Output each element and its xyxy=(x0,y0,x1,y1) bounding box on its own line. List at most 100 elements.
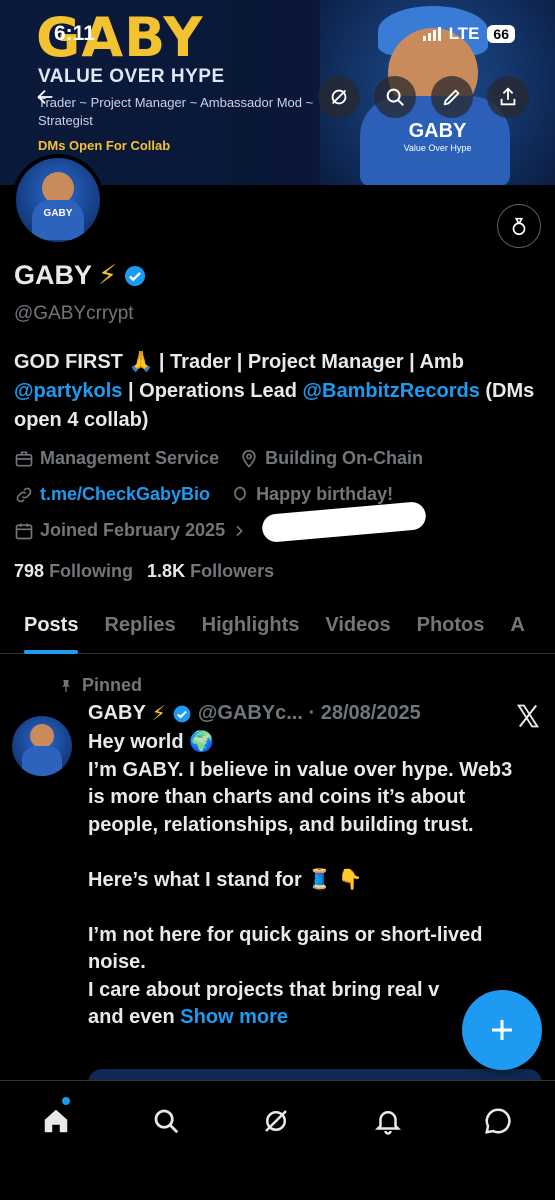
pin-icon xyxy=(62,679,70,692)
grok-icon xyxy=(265,1110,287,1132)
banner-art-text: GABY xyxy=(408,120,467,142)
profile-location: Building On-Chain xyxy=(265,448,424,468)
location-pin-icon xyxy=(242,449,256,468)
post-line-prefix: and even xyxy=(88,1006,181,1028)
name-emoji: ⚡ xyxy=(98,260,117,290)
calendar-icon xyxy=(15,523,33,539)
bio-text-1: GOD FIRST 🙏 | Trader | Project Manager |… xyxy=(14,351,464,373)
tab-replies[interactable]: Replies xyxy=(104,608,175,653)
bio-mention-partykols[interactable]: @partykols xyxy=(14,380,122,402)
back-arrow-icon xyxy=(37,89,53,105)
notifications-icon xyxy=(374,1111,402,1135)
profile-joined: Joined February 2025 xyxy=(40,520,226,540)
post-avatar-head xyxy=(30,724,54,748)
chevron-right-icon[interactable] xyxy=(231,523,247,539)
grok-icon xyxy=(331,89,347,105)
post-line: Hey world 🌍 xyxy=(88,731,215,753)
followers-label: Followers xyxy=(190,561,275,581)
briefcase-icon xyxy=(15,451,33,466)
banner-dms-text: DMs Open For Collab xyxy=(38,138,171,153)
following-label: Following xyxy=(49,561,134,581)
following-link[interactable]: 798 Following xyxy=(14,561,133,582)
share-button[interactable] xyxy=(487,76,529,118)
post-line xyxy=(88,839,528,867)
edit-icon xyxy=(443,89,460,106)
tab-videos[interactable]: Videos xyxy=(325,608,390,653)
banner-art-subtext: Value Over Hype xyxy=(403,143,472,153)
balloon-icon xyxy=(234,486,246,502)
following-count: 798 xyxy=(14,561,45,581)
bio-text-2: | Operations Lead xyxy=(122,380,303,402)
network-label: LTE xyxy=(448,24,480,43)
tab-highlights[interactable]: Highlights xyxy=(202,608,300,653)
bio-mention-bambitzrecords[interactable]: @BambitzRecords xyxy=(303,380,480,402)
back-button[interactable] xyxy=(30,82,60,112)
banner-subtitle: VALUE OVER HYPE xyxy=(38,66,225,87)
profile-name: GABY ⚡ xyxy=(14,260,147,291)
status-time: 6:11 xyxy=(54,22,95,45)
nav-search[interactable] xyxy=(146,1101,186,1141)
edit-button[interactable] xyxy=(431,76,473,118)
redaction-scribble xyxy=(261,500,427,544)
profile-link[interactable]: t.me/CheckGabyBio xyxy=(40,484,210,505)
profile-meta-row-1: Management Service Building On-Chain xyxy=(14,448,423,469)
search-icon xyxy=(154,1109,179,1134)
nav-messages[interactable] xyxy=(478,1101,518,1141)
post-author-name[interactable]: GABY xyxy=(88,702,146,725)
post-line: Here’s what I stand for 🧵 👇 xyxy=(88,868,363,891)
signal-icon xyxy=(422,27,441,41)
tab-photos[interactable]: Photos xyxy=(417,608,485,653)
pinned-label: Pinned xyxy=(58,675,142,696)
follow-stats: 798 Following 1.8K Followers xyxy=(14,561,274,582)
profile-tabs: Posts Replies Highlights Videos Photos A xyxy=(0,608,555,654)
display-name: GABY xyxy=(14,260,93,290)
x-logo-icon[interactable] xyxy=(514,702,542,730)
verified-badge-icon xyxy=(173,705,191,722)
post-meta: @GABYc... · 28/08/2025 xyxy=(197,702,421,724)
nav-grok[interactable] xyxy=(256,1101,296,1141)
post-line xyxy=(88,894,528,922)
post-avatar-body xyxy=(22,746,62,776)
status-indicators: LTE 66 xyxy=(422,24,515,44)
profile-avatar[interactable]: GABY xyxy=(12,154,104,246)
search-icon xyxy=(386,88,404,106)
verified-badge-icon[interactable] xyxy=(123,264,147,288)
avatar-image: GABY xyxy=(16,158,100,242)
nav-home[interactable] xyxy=(36,1101,76,1141)
post-line: I’m not here for quick gains or short-li… xyxy=(88,923,483,974)
link-icon xyxy=(16,487,32,502)
profile-birthday: Happy birthday! xyxy=(256,484,394,504)
share-icon xyxy=(500,87,516,106)
tab-posts[interactable]: Posts xyxy=(24,608,79,654)
banner-roles: Trader ~ Project Manager ~ Ambassador Mo… xyxy=(38,95,314,128)
battery-indicator: 66 xyxy=(487,25,515,43)
profile-bio: GOD FIRST 🙏 | Trader | Project Manager |… xyxy=(14,348,544,435)
profile-meta-row-2: t.me/CheckGabyBio Happy birthday! xyxy=(14,484,393,505)
followers-count: 1.8K xyxy=(147,561,186,581)
post-body[interactable]: Hey world 🌍 I’m GABY. I believe in value… xyxy=(88,729,528,1032)
nav-notifications[interactable] xyxy=(368,1101,408,1141)
search-button[interactable] xyxy=(374,76,416,118)
home-icon xyxy=(44,1109,68,1133)
show-more-link[interactable]: Show more xyxy=(180,1006,288,1028)
post-line: I care about projects that bring real v xyxy=(88,978,440,1001)
followers-link[interactable]: 1.8K Followers xyxy=(147,561,274,582)
profile-meta-row-3: Joined February 2025 xyxy=(14,520,247,541)
post-author-emoji: ⚡ xyxy=(151,703,166,725)
profile-handle: @GABYcrrypt xyxy=(14,303,134,324)
post-author-avatar[interactable] xyxy=(12,716,72,776)
pinned-text: Pinned xyxy=(82,675,143,695)
money-bag-icon xyxy=(512,217,526,236)
plus-icon xyxy=(492,1020,512,1040)
avatar-text: GABY xyxy=(43,208,73,219)
bottom-navigation xyxy=(0,1080,555,1200)
tab-articles[interactable]: A xyxy=(510,608,524,653)
subscription-button[interactable] xyxy=(497,204,541,248)
messages-icon xyxy=(485,1108,511,1134)
post-header: GABY ⚡ @GABYc... · 28/08/2025 xyxy=(88,701,421,726)
grok-button[interactable] xyxy=(318,76,360,118)
profile-category: Management Service xyxy=(40,448,220,468)
compose-post-button[interactable] xyxy=(462,990,542,1070)
avatar-body xyxy=(32,200,84,240)
post-line: I’m GABY. I believe in value over hype. … xyxy=(88,758,513,836)
